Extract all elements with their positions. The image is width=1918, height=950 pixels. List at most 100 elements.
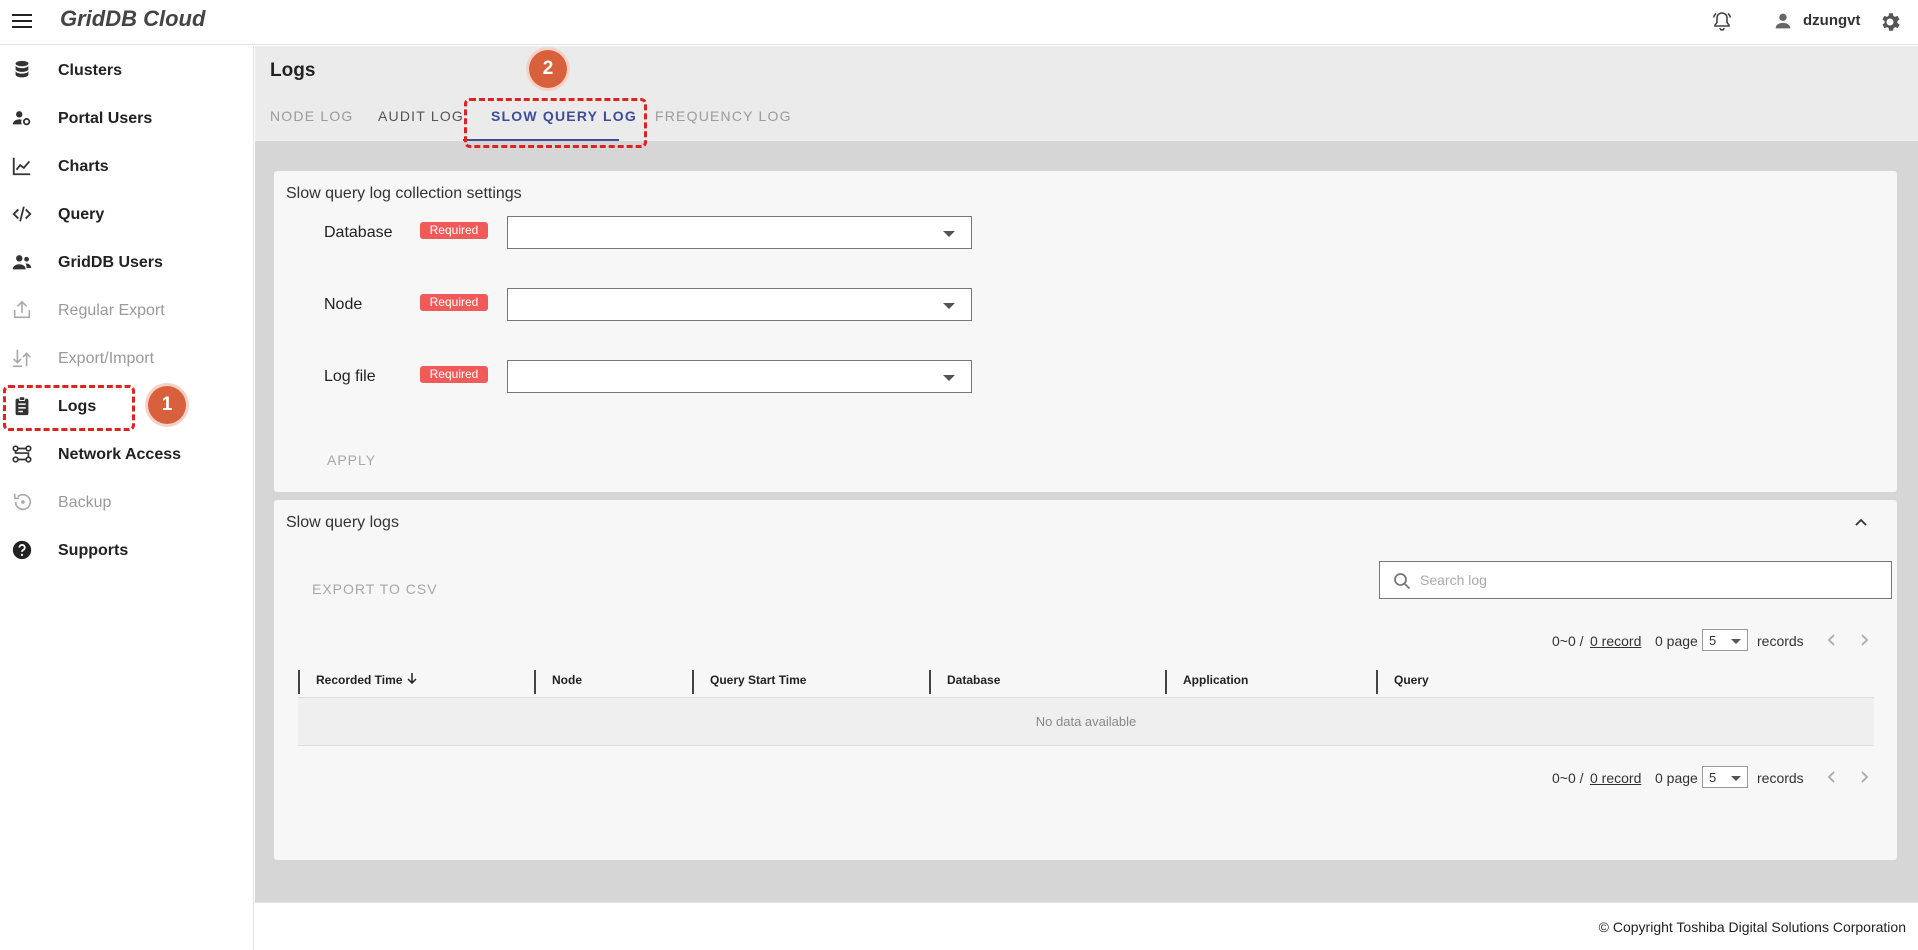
footer: © Copyright Toshiba Digital Solutions Co… xyxy=(255,902,1918,950)
column-node[interactable]: Node xyxy=(534,670,582,694)
sidebar-item-griddb-users[interactable]: GridDB Users xyxy=(0,242,254,282)
chevron-left-icon[interactable] xyxy=(1822,630,1842,650)
sidebar-item-backup[interactable]: Backup xyxy=(0,482,254,522)
menu-icon[interactable] xyxy=(12,14,32,30)
tab-frequency-log[interactable]: FREQUENCY LOG xyxy=(655,108,792,124)
per-page-value: 5 xyxy=(1709,770,1717,785)
top-bar: GridDB Cloud dzungvt xyxy=(0,0,1918,45)
sidebar-item-label: Clusters xyxy=(58,62,123,79)
required-badge: Required xyxy=(420,366,488,383)
sidebar-item-charts[interactable]: Charts xyxy=(0,146,254,186)
sidebar-item-export-import[interactable]: Export/Import xyxy=(0,338,254,378)
sidebar-item-label: Network Access xyxy=(58,446,182,463)
table-header: Recorded Time Node Query Start Time Data… xyxy=(298,662,1874,698)
sidebar-item-supports[interactable]: Supports xyxy=(0,530,254,570)
column-query[interactable]: Query xyxy=(1376,670,1429,694)
user-icon[interactable] xyxy=(1772,10,1794,32)
highlight-slow-query-log-tab xyxy=(464,98,647,148)
log-file-label: Log file xyxy=(324,368,376,385)
record-count-link[interactable]: 0 record xyxy=(1590,770,1641,786)
users-icon xyxy=(12,255,32,270)
sidebar-item-portal-users[interactable]: Portal Users xyxy=(0,98,254,138)
copyright-text: © Copyright Toshiba Digital Solutions Co… xyxy=(1598,919,1906,935)
sidebar-item-regular-export[interactable]: Regular Export xyxy=(0,290,254,330)
bell-icon[interactable] xyxy=(1710,10,1734,34)
sidebar-item-label: Backup xyxy=(58,494,112,511)
page-count: 0 page xyxy=(1655,633,1698,649)
gear-icon[interactable] xyxy=(1878,10,1902,34)
backup-icon xyxy=(13,493,32,511)
column-recorded-time[interactable]: Recorded Time xyxy=(298,670,418,694)
node-select[interactable] xyxy=(507,288,972,321)
tab-node-log[interactable]: NODE LOG xyxy=(270,108,354,124)
per-page-value: 5 xyxy=(1709,633,1717,648)
line-chart-icon xyxy=(12,157,31,176)
log-file-select[interactable] xyxy=(507,360,972,393)
column-application[interactable]: Application xyxy=(1165,670,1248,694)
node-label: Node xyxy=(324,296,363,313)
database-icon xyxy=(15,60,29,78)
caret-down-icon xyxy=(943,375,955,381)
required-badge: Required xyxy=(420,294,488,311)
import-export-icon xyxy=(12,349,31,368)
settings-card: Slow query log collection settings Datab… xyxy=(274,171,1897,492)
records-label: records xyxy=(1757,633,1804,649)
records-label: records xyxy=(1757,770,1804,786)
sidebar-item-label: Regular Export xyxy=(58,302,165,319)
export-csv-button[interactable]: EXPORT TO CSV xyxy=(312,581,438,597)
sidebar-item-label: Charts xyxy=(58,158,109,175)
slow-query-logs-card: Slow query logs EXPORT TO CSV 0~0 / 0 re… xyxy=(274,500,1897,860)
search-icon xyxy=(1394,573,1411,590)
settings-title: Slow query log collection settings xyxy=(286,185,522,202)
logs-title: Slow query logs xyxy=(286,514,399,531)
caret-down-icon xyxy=(1731,639,1741,644)
column-database[interactable]: Database xyxy=(929,670,1000,694)
sidebar-item-label: Export/Import xyxy=(58,350,155,367)
sidebar-item-label: Query xyxy=(58,206,105,223)
page-count: 0 page xyxy=(1655,770,1698,786)
username[interactable]: dzungvt xyxy=(1803,12,1861,29)
column-query-start-time[interactable]: Query Start Time xyxy=(692,670,806,694)
highlight-logs xyxy=(3,385,135,431)
sidebar-item-label: Supports xyxy=(58,542,129,559)
caret-down-icon xyxy=(943,303,955,309)
page-title: Logs xyxy=(270,60,316,81)
user-gear-icon xyxy=(12,111,31,126)
arrow-down-icon xyxy=(407,673,417,685)
sidebar-item-label: GridDB Users xyxy=(58,254,163,271)
help-icon xyxy=(12,540,32,560)
sidebar-item-clusters[interactable]: Clusters xyxy=(0,50,254,90)
main-content: Logs NODE LOG AUDIT LOG SLOW QUERY LOG F… xyxy=(255,46,1918,902)
caret-down-icon xyxy=(943,231,955,237)
step-marker-2: 2 xyxy=(529,50,567,88)
column-label: Recorded Time xyxy=(316,673,403,687)
chevron-up-icon[interactable] xyxy=(1853,514,1869,530)
caret-down-icon xyxy=(1731,776,1741,781)
required-badge: Required xyxy=(420,222,488,239)
database-label: Database xyxy=(324,224,393,241)
pager-range: 0~0 / xyxy=(1552,770,1584,786)
apply-button[interactable]: APPLY xyxy=(327,452,376,468)
chevron-right-icon[interactable] xyxy=(1854,630,1874,650)
code-icon xyxy=(12,206,32,222)
network-icon xyxy=(12,445,32,463)
sidebar-item-label: Portal Users xyxy=(58,110,153,127)
sidebar-item-query[interactable]: Query xyxy=(0,194,254,234)
pager-bottom: 0~0 / 0 record 0 page 5 records xyxy=(1552,766,1882,790)
chevron-left-icon[interactable] xyxy=(1822,767,1842,787)
step-marker-1: 1 xyxy=(148,386,186,424)
per-page-select[interactable]: 5 xyxy=(1702,766,1748,788)
sidebar: Clusters Portal Users Charts Query GridD… xyxy=(0,46,254,950)
sidebar-item-network-access[interactable]: Network Access xyxy=(0,434,254,474)
pager-top: 0~0 / 0 record 0 page 5 records xyxy=(1552,629,1882,653)
database-select[interactable] xyxy=(507,216,972,249)
record-count-link[interactable]: 0 record xyxy=(1590,633,1641,649)
chevron-right-icon[interactable] xyxy=(1854,767,1874,787)
per-page-select[interactable]: 5 xyxy=(1702,629,1748,651)
tab-audit-log[interactable]: AUDIT LOG xyxy=(378,108,464,124)
pager-range: 0~0 / xyxy=(1552,633,1584,649)
search-input[interactable] xyxy=(1420,570,1870,590)
search-field[interactable] xyxy=(1379,561,1892,599)
empty-table-message: No data available xyxy=(298,698,1874,746)
export-icon xyxy=(13,300,31,319)
